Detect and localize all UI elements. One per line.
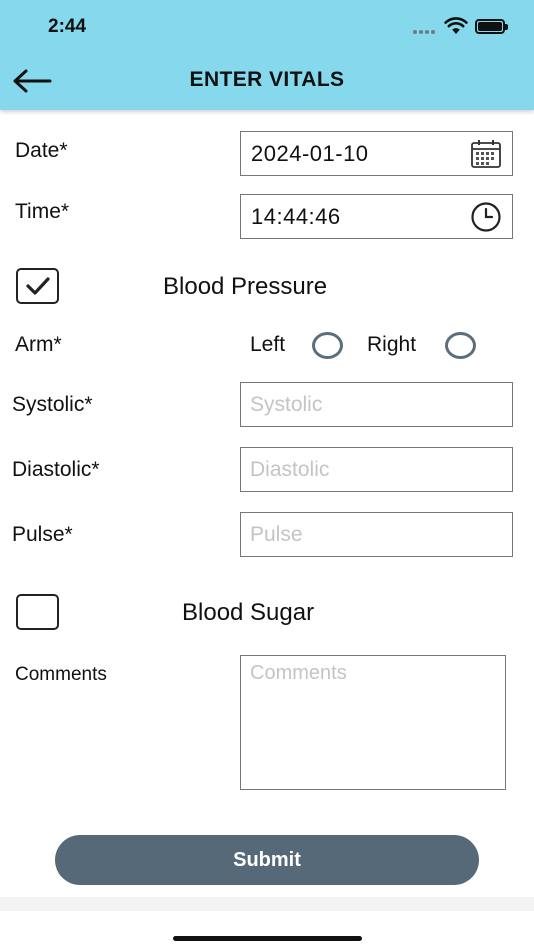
footer-band — [0, 897, 534, 911]
clock-icon[interactable] — [470, 201, 502, 233]
signal-dots-icon — [413, 30, 435, 34]
wifi-icon — [444, 17, 468, 34]
calendar-icon[interactable] — [470, 139, 502, 169]
date-label: Date* — [15, 139, 68, 162]
blood-pressure-checkbox[interactable] — [16, 268, 59, 304]
diastolic-input[interactable] — [240, 447, 513, 492]
blood-pressure-title: Blood Pressure — [163, 273, 328, 300]
diastolic-label: Diastolic* — [12, 458, 100, 481]
status-bar-time: 2:44 — [48, 16, 87, 37]
page-title: ENTER VITALS — [189, 68, 345, 91]
arm-left-radio[interactable] — [312, 332, 343, 359]
blood-sugar-checkbox[interactable] — [16, 594, 59, 630]
comments-textarea[interactable] — [240, 655, 506, 790]
checkmark-icon — [25, 277, 50, 295]
pulse-label: Pulse* — [12, 523, 73, 546]
time-label: Time* — [15, 200, 70, 223]
blood-sugar-title: Blood Sugar — [182, 599, 315, 626]
date-value: 2024-01-10 — [251, 141, 369, 166]
app-header: 2:44 ENTER VITALS — [0, 0, 534, 110]
arm-left-label: Left — [250, 333, 286, 356]
submit-button[interactable]: Submit — [55, 835, 479, 885]
arm-right-label: Right — [367, 333, 417, 356]
date-field[interactable]: 2024-01-10 — [240, 131, 513, 176]
battery-icon — [475, 19, 508, 34]
time-field[interactable]: 14:44:46 — [240, 194, 513, 239]
time-value: 14:44:46 — [251, 204, 341, 229]
arm-label: Arm* — [15, 333, 62, 356]
arm-right-radio[interactable] — [445, 332, 476, 359]
comments-label: Comments — [15, 664, 107, 685]
home-indicator[interactable] — [173, 936, 362, 941]
systolic-input[interactable] — [240, 382, 513, 427]
pulse-input[interactable] — [240, 512, 513, 557]
systolic-label: Systolic* — [12, 393, 93, 416]
